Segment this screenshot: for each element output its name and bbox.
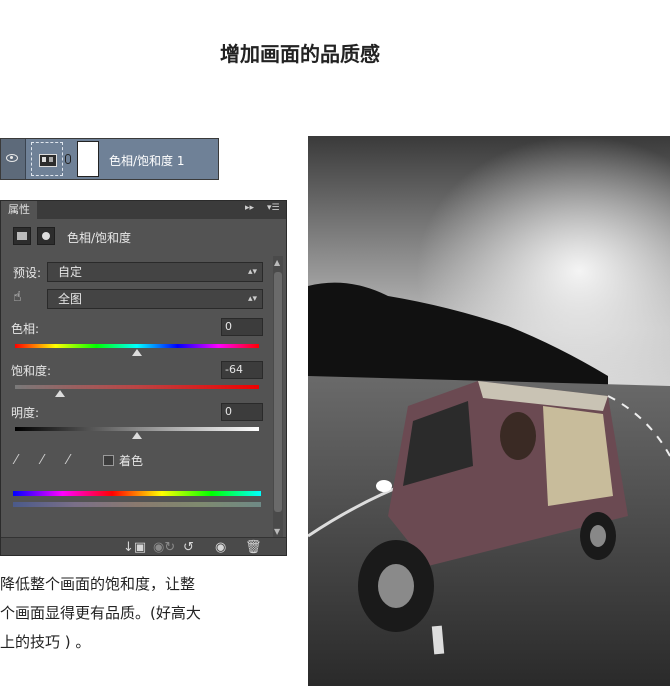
preset-label: 预设: bbox=[13, 266, 42, 280]
color-spectrum-top bbox=[13, 491, 261, 496]
mask-icon[interactable] bbox=[37, 227, 55, 245]
saturation-slider-thumb[interactable] bbox=[55, 390, 65, 397]
link-chain-icon[interactable] bbox=[65, 154, 71, 164]
scroll-up-arrow[interactable]: ▲ bbox=[274, 258, 280, 267]
lightness-value-field[interactable]: 0 bbox=[221, 403, 263, 421]
eye-icon[interactable] bbox=[6, 154, 18, 162]
preset-value: 自定 bbox=[58, 265, 83, 279]
properties-panel: 属性 ▸▸ ▾☰ 色相/饱和度 预设: 自定 ▴▾ ☝ 全图 ▴▾ 色相: 0 … bbox=[0, 200, 287, 556]
caption-line: 上的技巧 ) 。 bbox=[0, 633, 91, 651]
caption-line: 个画面显得更有品质。(好高大 bbox=[0, 604, 201, 622]
page-title: 增加画面的品质感 bbox=[220, 42, 380, 66]
hue-slider-track[interactable] bbox=[15, 344, 259, 348]
color-spectrum-bottom bbox=[13, 502, 261, 507]
hue-slider-thumb[interactable] bbox=[132, 349, 142, 356]
layer-name: 色相/饱和度 1 bbox=[109, 154, 185, 168]
lightness-label: 明度: bbox=[11, 406, 40, 420]
hue-label: 色相: bbox=[11, 322, 40, 336]
eyedropper-minus-icon[interactable]: ⁄ bbox=[67, 453, 69, 468]
saturation-value-field[interactable]: -64 bbox=[221, 361, 263, 379]
panel-tab-properties[interactable]: 属性 bbox=[1, 201, 37, 219]
saturation-label: 饱和度: bbox=[11, 364, 52, 378]
layer-mask-thumbnail[interactable] bbox=[77, 141, 99, 177]
adjustment-label: 色相/饱和度 bbox=[67, 231, 132, 245]
collapse-panel-icon[interactable]: ▸▸ bbox=[245, 203, 254, 213]
tuk-tuk-photo bbox=[308, 136, 670, 686]
adjustment-header: 色相/饱和度 bbox=[11, 227, 271, 247]
delete-icon[interactable]: 🗑 bbox=[245, 540, 262, 555]
panel-menu-icon[interactable]: ▾☰ bbox=[267, 203, 280, 213]
hue-value-field[interactable]: 0 bbox=[221, 318, 263, 336]
adjustment-layer-thumbnail[interactable] bbox=[31, 142, 63, 176]
clip-to-layer-icon[interactable]: ↓▣ bbox=[123, 540, 146, 555]
eyedropper-icon[interactable]: ⁄ bbox=[15, 453, 17, 468]
channel-select[interactable]: 全图 ▴▾ bbox=[47, 289, 263, 309]
hand-adjust-icon[interactable]: ☝ bbox=[13, 289, 22, 305]
colorize-checkbox[interactable] bbox=[103, 455, 114, 466]
lightness-slider-thumb[interactable] bbox=[132, 432, 142, 439]
preset-select[interactable]: 自定 ▴▾ bbox=[47, 262, 263, 282]
lightness-slider-track[interactable] bbox=[15, 427, 259, 431]
visibility-icon[interactable]: ◉ bbox=[215, 540, 226, 555]
eyedropper-plus-icon[interactable]: ⁄ bbox=[41, 453, 43, 468]
select-arrows-icon: ▴▾ bbox=[247, 267, 257, 277]
hue-saturation-icon bbox=[39, 154, 57, 167]
panel-scrollbar[interactable]: ▲ ▼ bbox=[273, 256, 283, 538]
layer-visibility-toggle[interactable] bbox=[1, 139, 26, 179]
channel-value: 全图 bbox=[58, 292, 83, 306]
saturation-slider-track[interactable] bbox=[15, 385, 259, 389]
scrollbar-thumb[interactable] bbox=[274, 272, 282, 512]
panel-header: 属性 ▸▸ ▾☰ bbox=[1, 201, 286, 219]
scroll-down-arrow[interactable]: ▼ bbox=[274, 527, 280, 536]
view-previous-icon[interactable]: ◉↻ bbox=[153, 540, 175, 555]
caption-line: 降低整个画面的饱和度，让整 bbox=[0, 575, 196, 593]
adjustment-icon[interactable] bbox=[13, 227, 31, 245]
layer-row[interactable]: 色相/饱和度 1 bbox=[0, 138, 219, 180]
select-arrows-icon: ▴▾ bbox=[247, 294, 257, 304]
caption: 降低整个画面的饱和度，让整 个画面显得更有品质。(好高大 上的技巧 ) 。 bbox=[0, 570, 240, 657]
panel-footer: ↓▣ ◉↻ ↺ ◉ 🗑 bbox=[1, 537, 286, 555]
reset-icon[interactable]: ↺ bbox=[183, 540, 194, 555]
colorize-label: 着色 bbox=[119, 454, 144, 468]
